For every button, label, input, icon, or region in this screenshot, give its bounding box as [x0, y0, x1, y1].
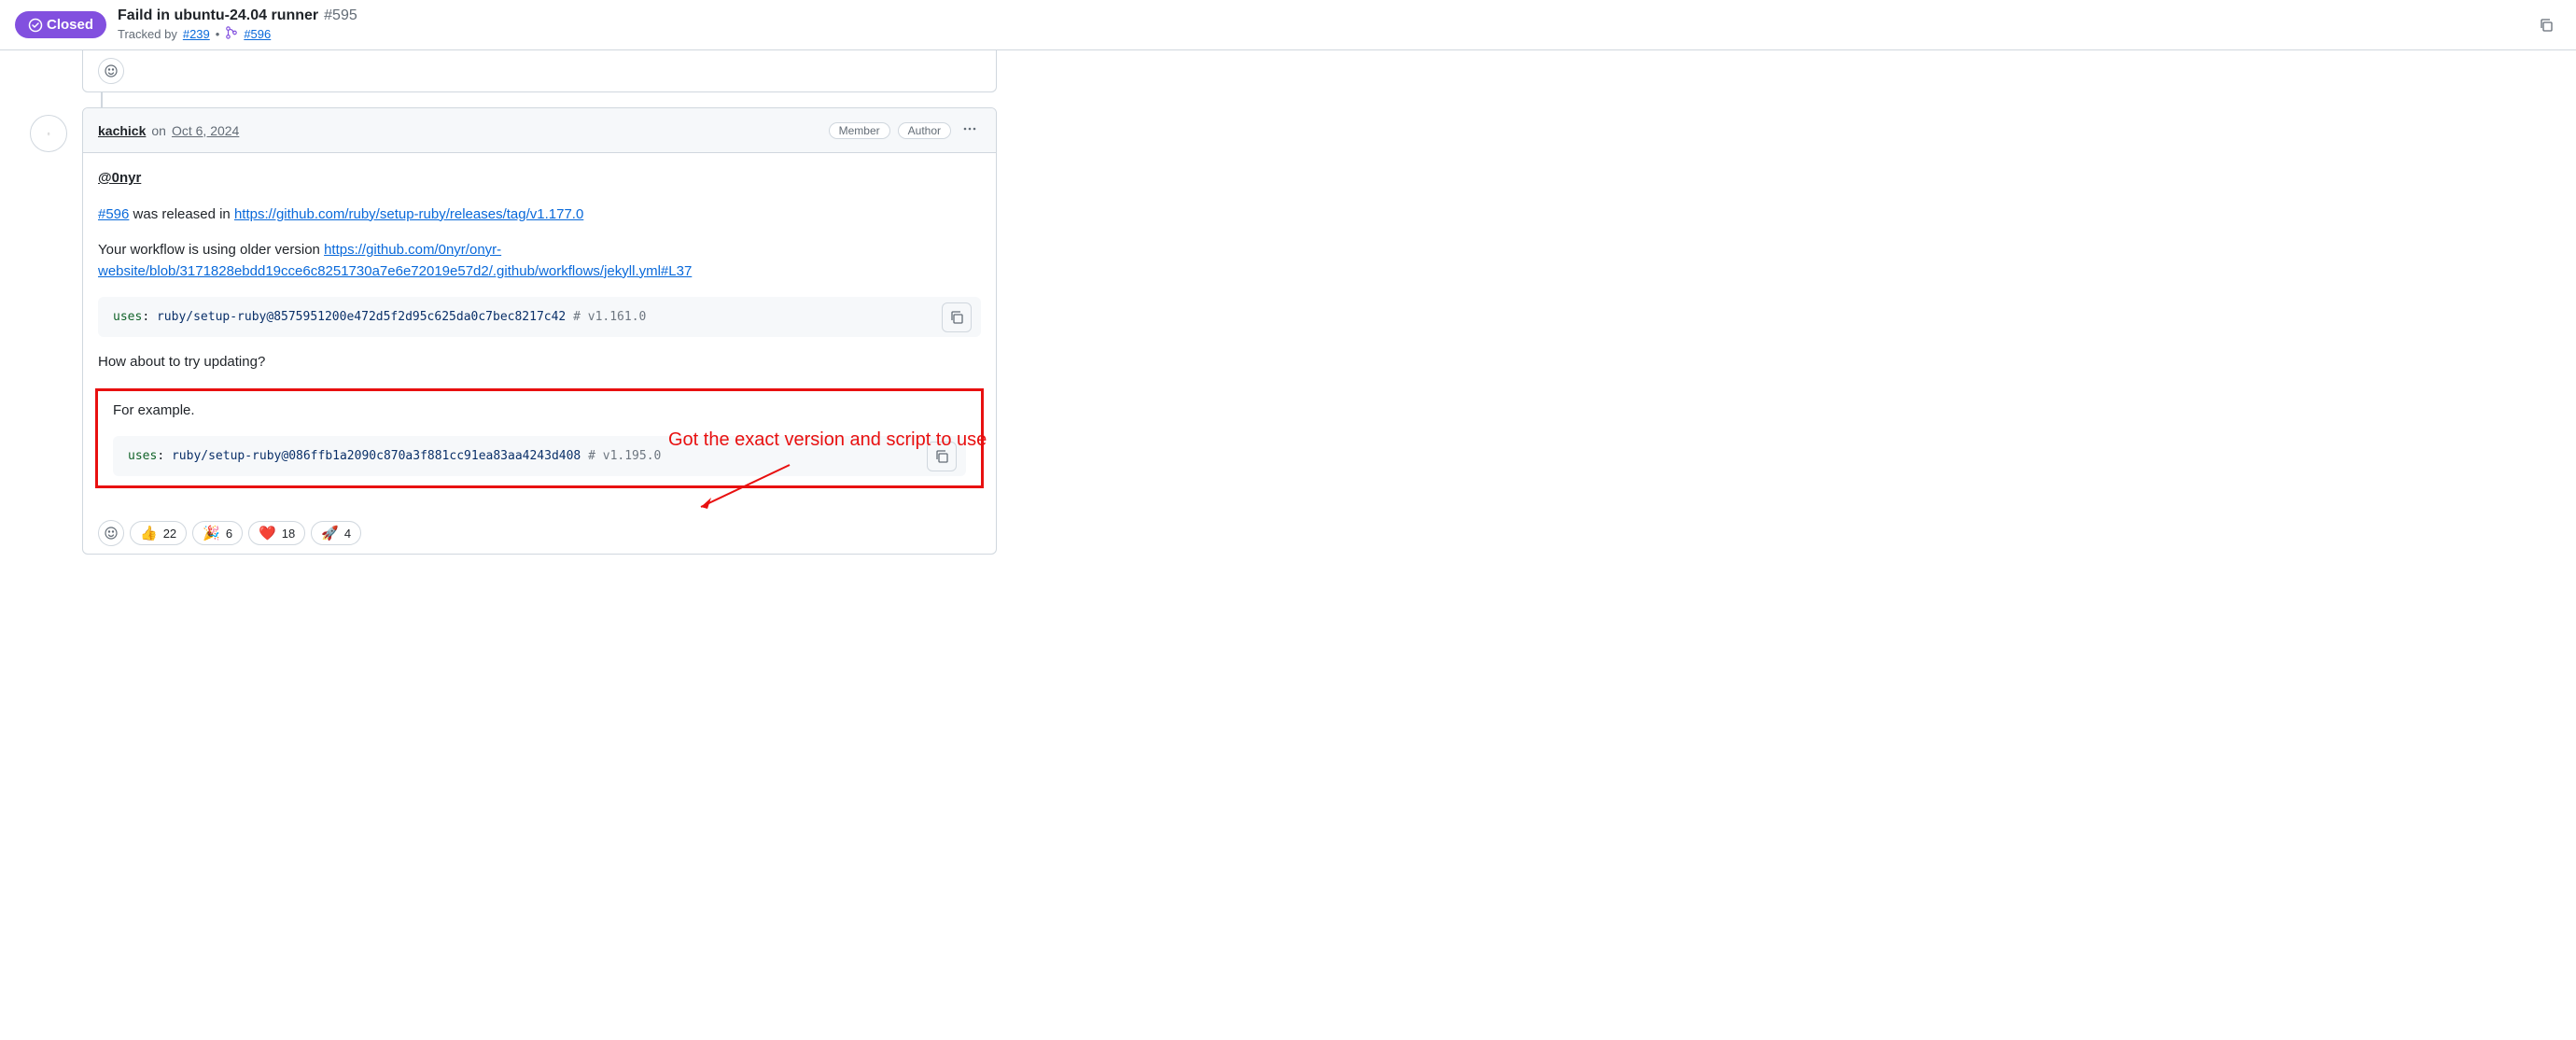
release-link[interactable]: https://github.com/ruby/setup-ruby/relea…	[234, 206, 583, 222]
copy-link-button[interactable]	[2531, 10, 2561, 40]
comment-author[interactable]: kachick	[98, 123, 146, 138]
user-mention[interactable]: @0nyr	[98, 170, 141, 186]
thumbsup-icon: 👍	[140, 525, 158, 541]
text: How about to try updating?	[98, 352, 981, 373]
comment-body: @0nyr #596 was released in https://githu…	[83, 153, 996, 513]
annotation-highlight-box: For example. uses: ruby/setup-ruby@086ff…	[95, 388, 984, 489]
text: Your workflow is using older version	[98, 242, 324, 258]
header-content: Faild in ubuntu-24.04 runner #595 Tracke…	[118, 7, 2520, 42]
avatar[interactable]: ▫	[30, 115, 67, 152]
previous-comment-footer	[82, 50, 997, 92]
copy-code-button[interactable]	[942, 302, 972, 332]
reaction-rocket[interactable]: 🚀 4	[311, 521, 361, 545]
author-badge: Author	[898, 122, 951, 139]
issue-number: #595	[324, 7, 357, 24]
reaction-count: 4	[344, 527, 351, 541]
copy-icon	[949, 310, 964, 325]
add-reaction-button[interactable]	[98, 520, 124, 546]
tracked-by-row: Tracked by #239 • #596	[118, 26, 2520, 42]
reaction-thumbsup[interactable]: 👍 22	[130, 521, 187, 545]
heart-icon: ❤️	[259, 525, 276, 541]
copy-code-button[interactable]	[927, 442, 957, 471]
more-actions-button[interactable]	[959, 118, 981, 143]
reactions-row: 👍 22 🎉 6 ❤️ 18 🚀 4	[83, 513, 996, 554]
yaml-comment: # v1.195.0	[588, 449, 661, 463]
issue-header: Closed Faild in ubuntu-24.04 runner #595…	[0, 0, 2576, 50]
reaction-count: 6	[226, 527, 232, 541]
comment-box: kachick on Oct 6, 2024 Member Author	[82, 107, 997, 555]
issue-title: Faild in ubuntu-24.04 runner	[118, 7, 318, 24]
reaction-hooray[interactable]: 🎉 6	[192, 521, 243, 545]
tracked-link-2[interactable]: #596	[244, 27, 271, 41]
text: For example.	[98, 401, 981, 422]
reaction-count: 18	[282, 527, 295, 541]
merge-icon	[225, 26, 238, 42]
comment-header: kachick on Oct 6, 2024 Member Author	[83, 108, 996, 153]
tracked-link-1[interactable]: #239	[183, 27, 210, 41]
pr-link[interactable]: #596	[98, 206, 129, 222]
copy-icon	[934, 449, 949, 464]
kebab-icon	[962, 121, 977, 136]
check-circle-icon	[28, 18, 43, 33]
hooray-icon: 🎉	[203, 525, 220, 541]
member-badge: Member	[829, 122, 890, 139]
tracked-by-label: Tracked by	[118, 27, 177, 41]
code-block-2: uses: ruby/setup-ruby@086ffb1a2090c870a3…	[113, 436, 966, 476]
comment-date[interactable]: Oct 6, 2024	[172, 123, 239, 138]
status-label: Closed	[47, 17, 93, 33]
yaml-key: uses	[113, 310, 142, 324]
code-block-1: uses: ruby/setup-ruby@8575951200e472d5f2…	[98, 297, 981, 337]
add-reaction-button[interactable]	[98, 58, 124, 84]
yaml-value: ruby/setup-ruby@8575951200e472d5f2d95c62…	[157, 310, 566, 324]
rocket-icon: 🚀	[321, 525, 339, 541]
yaml-value: ruby/setup-ruby@086ffb1a2090c870a3f881cc…	[172, 449, 581, 463]
yaml-key: uses	[128, 449, 157, 463]
text: was released in	[129, 206, 234, 222]
yaml-comment: # v1.161.0	[573, 310, 646, 324]
comment-date-prefix: on	[151, 123, 166, 138]
reaction-count: 22	[163, 527, 176, 541]
avatar-column: ▫	[15, 107, 82, 555]
separator: •	[216, 27, 220, 41]
reaction-heart[interactable]: ❤️ 18	[248, 521, 305, 545]
status-badge: Closed	[15, 11, 106, 38]
